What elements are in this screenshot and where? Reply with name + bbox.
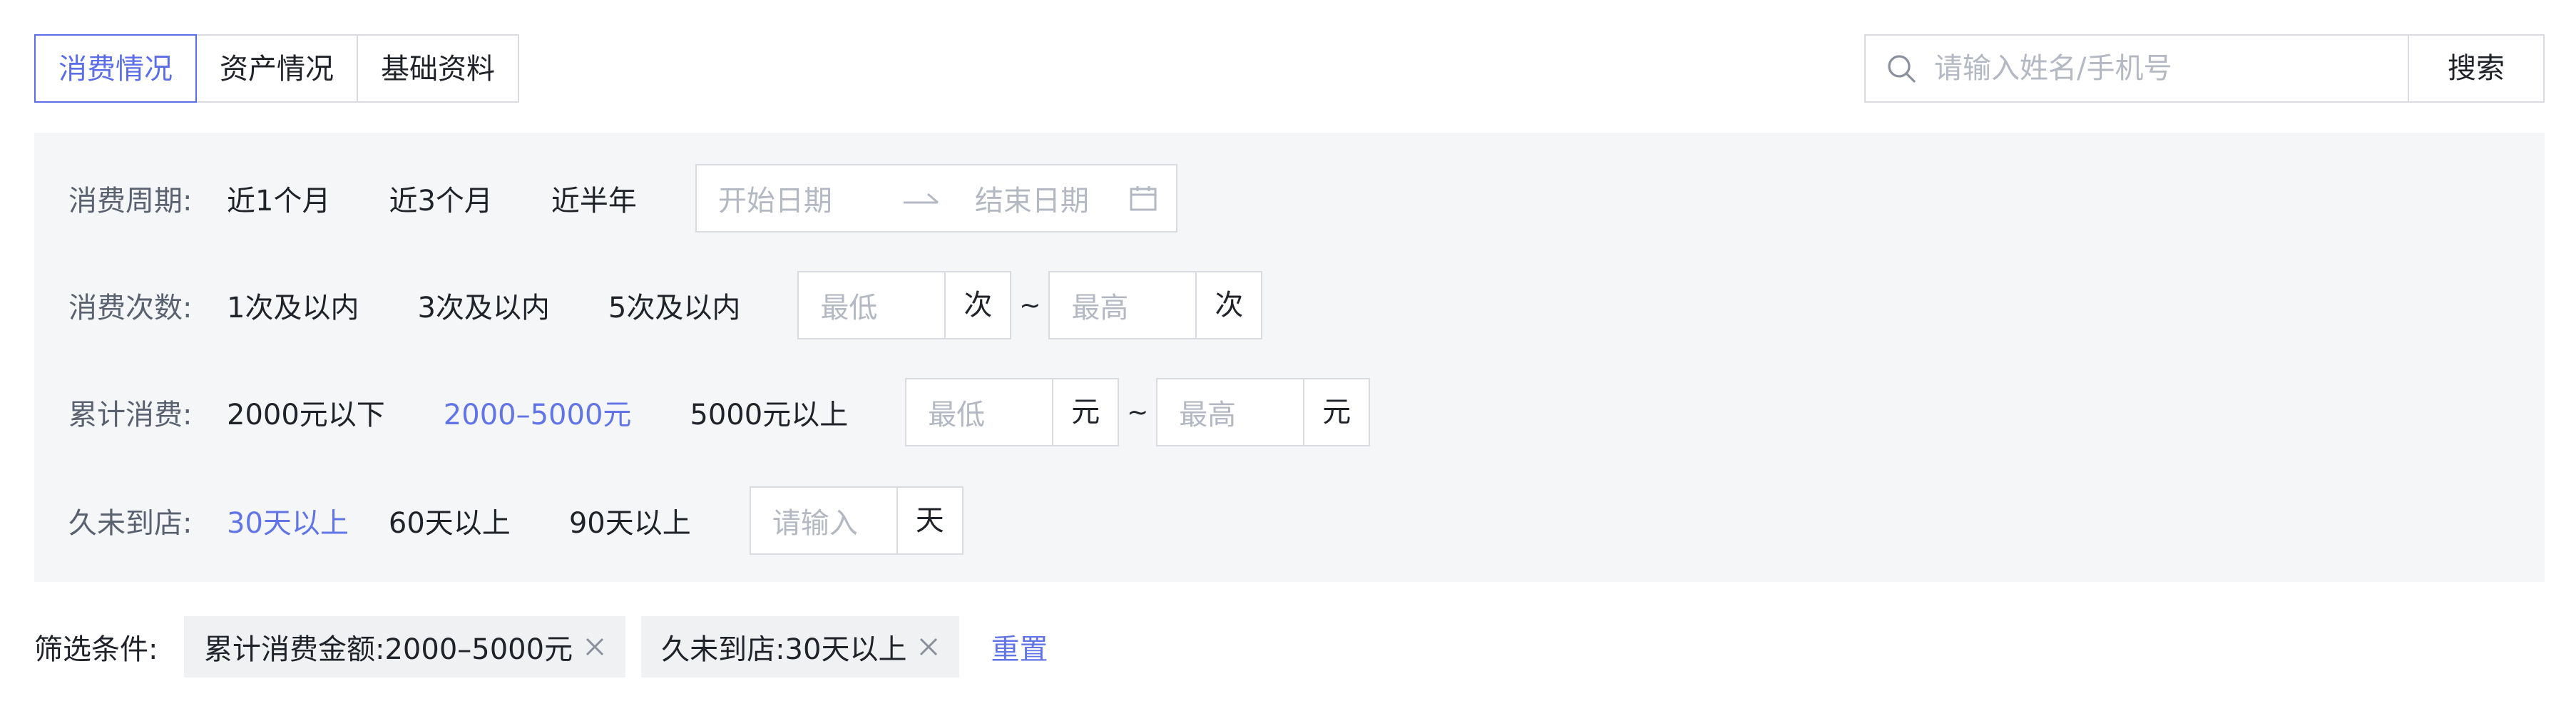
- absence-days-input[interactable]: 请输入: [749, 486, 896, 555]
- condition-tag-absence: 久未到店:30天以上: [641, 616, 960, 677]
- search-icon: [1886, 53, 1917, 84]
- filter-row-amount: 累计消费: 2000元以下 2000–5000元 5000元以上 最低 元 ~ …: [68, 378, 1371, 446]
- filter-row-absence: 久未到店: 30天以上 60天以上 90天以上 请输入 天: [68, 486, 964, 555]
- absence-option-30d[interactable]: 30天以上: [227, 500, 349, 541]
- search-input[interactable]: [1933, 51, 2392, 86]
- amount-range-inputs: 最低 元 ~ 最高 元: [905, 378, 1371, 446]
- reset-link[interactable]: 重置: [991, 626, 1048, 667]
- amount-min-unit: 元: [1052, 378, 1120, 446]
- selected-conditions: 筛选条件: 累计消费金额:2000–5000元 久未到店:30天以上 重置: [34, 616, 1048, 677]
- absence-label: 久未到店:: [68, 507, 193, 540]
- period-option-6m[interactable]: 近半年: [551, 178, 637, 219]
- search-bar: 搜索: [1864, 34, 2545, 103]
- period-option-3m[interactable]: 近3个月: [389, 178, 492, 219]
- tab-basic-info[interactable]: 基础资料: [357, 34, 519, 103]
- count-max-input[interactable]: 最高: [1048, 271, 1196, 339]
- count-min-unit: 次: [944, 271, 1012, 339]
- period-label: 消费周期:: [68, 185, 193, 218]
- count-range-inputs: 最低 次 ~ 最高 次: [797, 271, 1263, 339]
- tab-assets[interactable]: 资产情况: [195, 34, 358, 103]
- count-range-separator: ~: [1019, 290, 1041, 320]
- absence-days-unit: 天: [896, 486, 964, 555]
- close-icon[interactable]: [918, 636, 939, 658]
- count-label: 消费次数:: [68, 292, 193, 324]
- amount-range-separator: ~: [1127, 397, 1149, 427]
- arrow-right-icon: [868, 190, 975, 207]
- condition-tag-label: 久未到店:30天以上: [661, 633, 907, 666]
- amount-option-below-2000[interactable]: 2000元以下: [227, 392, 385, 433]
- end-date-input[interactable]: 结束日期: [975, 178, 1129, 219]
- amount-max-input[interactable]: 最高: [1156, 378, 1304, 446]
- condition-tag-label: 累计消费金额:2000–5000元: [204, 633, 573, 666]
- conditions-label: 筛选条件:: [34, 633, 158, 666]
- count-option-1[interactable]: 1次及以内: [227, 285, 359, 326]
- filter-panel: 消费周期: 近1个月 近3个月 近半年 开始日期 结束日期 消费次数: 1次及以…: [34, 133, 2545, 582]
- count-option-3[interactable]: 3次及以内: [417, 285, 549, 326]
- period-option-1m[interactable]: 近1个月: [227, 178, 330, 219]
- date-range-picker[interactable]: 开始日期 结束日期: [695, 164, 1177, 232]
- absence-option-60d[interactable]: 60天以上: [389, 500, 511, 541]
- start-date-input[interactable]: 开始日期: [718, 178, 868, 219]
- filter-row-period: 消费周期: 近1个月 近3个月 近半年 开始日期 结束日期: [68, 164, 1177, 232]
- count-option-5[interactable]: 5次及以内: [608, 285, 740, 326]
- amount-max-unit: 元: [1303, 378, 1371, 446]
- absence-input-group: 请输入 天: [749, 486, 964, 555]
- count-max-unit: 次: [1195, 271, 1263, 339]
- calendar-icon[interactable]: [1129, 184, 1157, 213]
- absence-option-90d[interactable]: 90天以上: [569, 500, 691, 541]
- close-icon[interactable]: [584, 636, 605, 658]
- tab-bar: 消费情况 资产情况 基础资料: [34, 34, 519, 103]
- condition-tag-amount: 累计消费金额:2000–5000元: [184, 616, 626, 677]
- filter-row-count: 消费次数: 1次及以内 3次及以内 5次及以内 最低 次 ~ 最高 次: [68, 271, 1263, 339]
- search-field[interactable]: [1864, 34, 2408, 103]
- amount-option-2000-5000[interactable]: 2000–5000元: [444, 392, 632, 433]
- amount-min-input[interactable]: 最低: [905, 378, 1053, 446]
- count-min-input[interactable]: 最低: [797, 271, 945, 339]
- amount-label: 累计消费:: [68, 399, 193, 431]
- tab-consumption[interactable]: 消费情况: [34, 34, 197, 103]
- search-button[interactable]: 搜索: [2408, 34, 2545, 103]
- amount-option-above-5000[interactable]: 5000元以上: [690, 392, 848, 433]
